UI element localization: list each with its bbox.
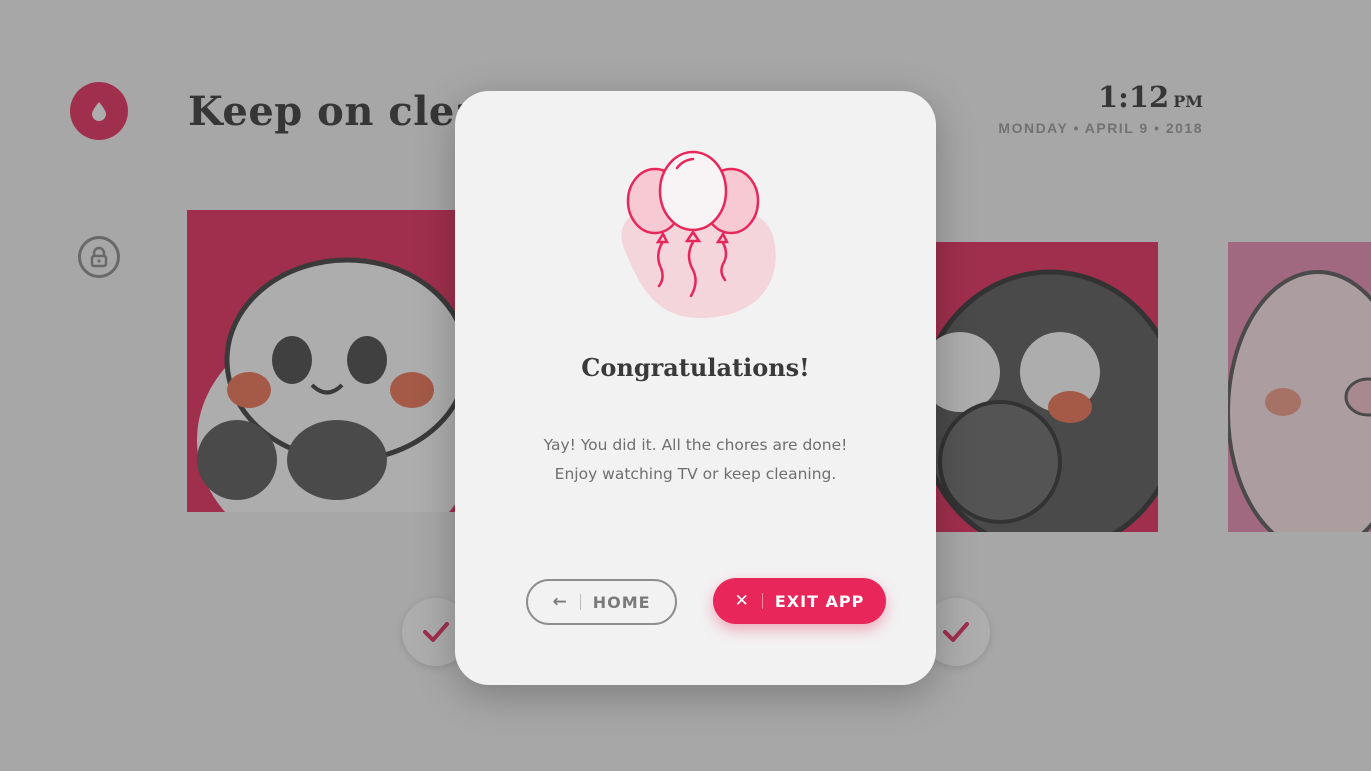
button-divider: [579, 594, 581, 610]
close-icon: ✕: [734, 590, 750, 611]
exit-app-button-label: EXIT APP: [774, 591, 865, 611]
exit-app-button[interactable]: ✕ EXIT APP: [713, 578, 886, 624]
congratulations-dialog: Congratulations! Yay! You did it. All th…: [455, 91, 936, 685]
home-button-label: HOME: [592, 592, 651, 612]
dialog-message: Yay! You did it. All the chores are done…: [455, 431, 936, 489]
home-button[interactable]: ← HOME: [526, 579, 677, 625]
button-divider: [761, 593, 763, 609]
dialog-message-line: Enjoy watching TV or keep cleaning.: [554, 465, 837, 483]
dialog-message-line: Yay! You did it. All the chores are done…: [543, 436, 848, 454]
balloons-icon: [621, 150, 776, 319]
dialog-title: Congratulations!: [581, 353, 810, 382]
arrow-left-icon: ←: [552, 591, 568, 612]
